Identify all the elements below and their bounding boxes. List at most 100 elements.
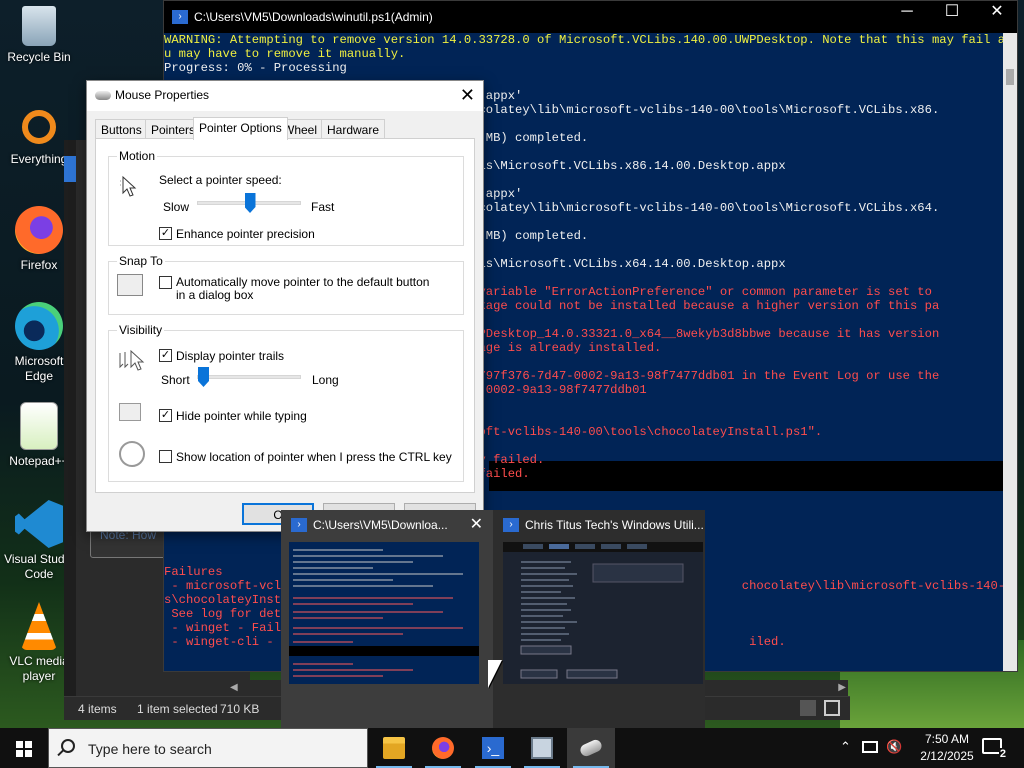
scroll-left-icon[interactable]: ◀	[230, 682, 238, 693]
explorer-nav-pane	[64, 140, 76, 720]
powershell-icon: ›	[291, 518, 307, 532]
explorer-nav-selection[interactable]	[64, 156, 76, 182]
search-placeholder: Type here to search	[88, 741, 212, 757]
winutil-preview-content	[503, 542, 703, 679]
maximize-button[interactable]: ☐	[932, 4, 972, 20]
enhance-precision-checkbox[interactable]: ✓	[159, 227, 172, 240]
pointer-speed-thumb[interactable]	[244, 193, 256, 213]
clock[interactable]: 7:50 AM 2/12/2025	[912, 731, 982, 765]
explorer-selection: 1 item selected	[137, 702, 218, 716]
network-icon[interactable]	[862, 741, 878, 753]
dialog-close-button[interactable]: ✕	[460, 85, 475, 106]
powershell-title: C:\Users\VM5\Downloads\winutil.ps1(Admin…	[194, 10, 433, 24]
thumbnail-preview-console	[289, 542, 479, 684]
mouse-properties-dialog[interactable]: Mouse Properties ✕ Buttons Pointers Poin…	[86, 80, 484, 532]
taskbar-firefox[interactable]	[419, 728, 467, 768]
console-line: Progress: 0% - Processing D	[164, 61, 1004, 75]
long-label: Long	[312, 373, 339, 387]
taskbar-mouse-properties[interactable]	[567, 728, 615, 768]
tab-buttons[interactable]: Buttons	[95, 119, 148, 139]
windows-logo-icon	[16, 741, 32, 757]
thumbnail-title: Chris Titus Tech's Windows Utili...	[525, 518, 704, 532]
file-explorer-icon	[383, 737, 405, 759]
powershell-icon: ›	[503, 518, 519, 532]
visibility-group: Visibility ✓ Display pointer trails Shor…	[108, 323, 464, 482]
console-line: u may have to remove it manually.	[164, 47, 406, 61]
enhance-precision-label: Enhance pointer precision	[176, 227, 315, 241]
desktop-icon-recycle-bin[interactable]: Recycle Bin	[0, 6, 78, 65]
hide-pointer-icon	[119, 403, 141, 421]
firefox-icon	[432, 737, 454, 759]
short-label: Short	[161, 373, 190, 387]
notepadpp-icon	[20, 402, 58, 450]
taskbar-powershell[interactable]: ›_	[469, 728, 517, 768]
everything-search-icon	[22, 110, 56, 144]
tab-hardware[interactable]: Hardware	[321, 119, 386, 139]
recycle-bin-icon	[22, 6, 56, 46]
desktop-icon-label: Recycle Bin	[7, 50, 71, 64]
pointer-options-page: Motion Select a pointer speed: Slow Fast…	[95, 138, 475, 493]
powershell-icon: ›	[172, 10, 188, 24]
ctrl-locate-label: Show location of pointer when I press th…	[176, 450, 452, 464]
visibility-caption: Visibility	[117, 323, 165, 337]
thumbnail-title: C:\Users\VM5\Downloa...	[313, 518, 448, 532]
hide-pointer-checkbox[interactable]: ✓	[159, 409, 172, 422]
taskbar-thumbnail-popup: › C:\Users\VM5\Downloa... ✕ › Chris Titu…	[281, 510, 705, 728]
dialog-title: Mouse Properties	[115, 88, 210, 102]
powershell-icon: ›_	[482, 737, 504, 759]
remote-desktop-icon	[531, 737, 553, 759]
console-scroll-thumb[interactable]	[1006, 69, 1014, 85]
snap-to-icon	[117, 274, 143, 296]
taskbar-file-explorer[interactable]	[370, 728, 418, 768]
vlc-icon	[21, 602, 57, 650]
close-button[interactable]: ✕	[977, 4, 1017, 20]
snap-to-checkbox[interactable]	[159, 276, 172, 289]
slow-label: Slow	[163, 200, 190, 214]
thumbnail-close-icon[interactable]: ✕	[470, 514, 483, 534]
tab-pointer-options[interactable]: Pointer Options	[193, 117, 288, 140]
trail-length-thumb[interactable]	[198, 367, 209, 387]
motion-group: Motion Select a pointer speed: Slow Fast…	[108, 149, 464, 246]
notification-center-icon[interactable]: 2	[982, 738, 1007, 760]
trail-length-slider[interactable]	[197, 367, 301, 387]
ctrl-locate-checkbox[interactable]	[159, 450, 172, 463]
taskbar-search-box[interactable]: Type here to search	[48, 728, 368, 768]
scroll-right-icon[interactable]: ▶	[838, 682, 846, 693]
pointer-speed-icon	[119, 173, 149, 203]
volume-muted-icon[interactable]: 🔇	[886, 739, 902, 755]
tiles-view-icon[interactable]	[824, 700, 840, 716]
pointer-trails-label: Display pointer trails	[176, 349, 285, 363]
pointer-speed-slider[interactable]	[197, 193, 301, 213]
thumbnail-winutil[interactable]: › Chris Titus Tech's Windows Utili...	[493, 510, 705, 728]
explorer-size: 710 KB	[220, 702, 260, 716]
ctrl-locate-icon	[119, 441, 145, 467]
mouse-cursor	[488, 660, 502, 688]
edge-icon	[15, 302, 63, 350]
clock-date: 2/12/2025	[920, 749, 974, 763]
mouse-icon	[578, 737, 604, 759]
thumbnail-preview-winutil	[503, 542, 703, 684]
console-line: WARNING: Attempting to remove version 14…	[164, 33, 1004, 47]
taskbar: Type here to search ›_ ⌃ 🔇 7:50 AM 2/12/…	[0, 728, 1024, 768]
hide-pointer-label: Hide pointer while typing	[176, 409, 307, 423]
motion-caption: Motion	[117, 149, 158, 163]
minimize-button[interactable]: ─	[887, 4, 927, 20]
dialog-titlebar[interactable]: Mouse Properties ✕	[87, 81, 483, 111]
details-view-icon[interactable]	[800, 700, 816, 716]
vscode-icon	[15, 500, 63, 548]
explorer-item-count: 4 items	[78, 702, 117, 716]
snap-to-group: Snap To Automatically move pointer to th…	[108, 254, 464, 315]
snap-to-caption: Snap To	[117, 254, 165, 268]
console-preview-lines	[289, 549, 479, 677]
powershell-titlebar[interactable]: › C:\Users\VM5\Downloads\winutil.ps1(Adm…	[164, 1, 1017, 33]
search-icon	[61, 739, 75, 753]
clock-time: 7:50 AM	[924, 732, 970, 746]
thumbnail-powershell[interactable]: › C:\Users\VM5\Downloa... ✕	[281, 510, 493, 728]
console-scrollbar[interactable]	[1003, 33, 1017, 671]
start-button[interactable]	[0, 728, 48, 768]
pointer-trails-checkbox[interactable]: ✓	[159, 349, 172, 362]
pointer-speed-label: Select a pointer speed:	[159, 173, 282, 187]
firefox-icon	[15, 206, 63, 254]
chevron-up-icon[interactable]: ⌃	[840, 739, 851, 755]
taskbar-remote-desktop[interactable]	[518, 728, 566, 768]
